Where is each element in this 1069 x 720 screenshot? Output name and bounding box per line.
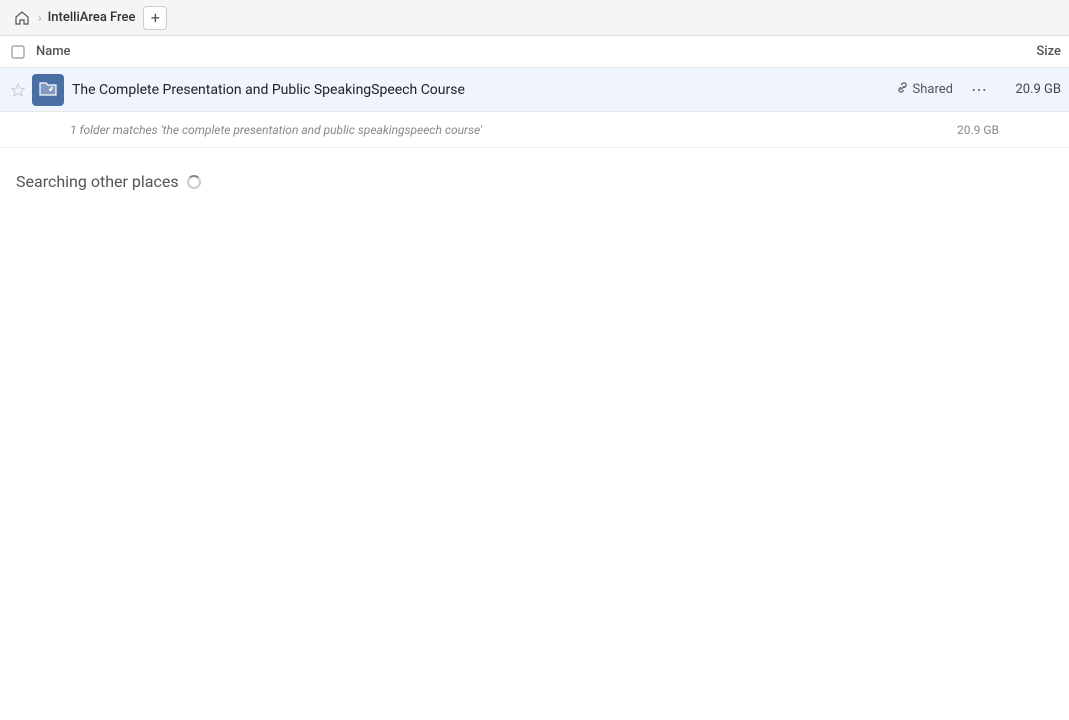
searching-text: Searching other places bbox=[16, 172, 179, 191]
shared-text: Shared bbox=[913, 82, 953, 97]
match-info-row: 1 folder matches 'the complete presentat… bbox=[0, 112, 1069, 148]
loading-spinner bbox=[187, 175, 201, 189]
breadcrumb-title[interactable]: IntelliArea Free bbox=[44, 10, 140, 25]
file-name-label: The Complete Presentation and Public Spe… bbox=[72, 82, 896, 98]
file-icon bbox=[32, 74, 64, 106]
size-column-header: Size bbox=[981, 44, 1061, 59]
file-size-value: 20.9 GB bbox=[1001, 82, 1061, 97]
breadcrumb-separator: › bbox=[38, 11, 42, 25]
name-column-header: Name bbox=[36, 44, 981, 59]
home-button[interactable] bbox=[8, 4, 36, 32]
folder-pencil-icon bbox=[38, 78, 58, 102]
select-all-checkbox[interactable] bbox=[8, 42, 28, 62]
link-icon bbox=[896, 81, 909, 98]
searching-row: Searching other places bbox=[0, 148, 1069, 207]
shared-label: Shared bbox=[896, 81, 953, 98]
more-options-button[interactable]: ⋯ bbox=[965, 76, 993, 104]
match-text: 1 folder matches 'the complete presentat… bbox=[70, 123, 939, 137]
top-bar: › IntelliArea Free + bbox=[0, 0, 1069, 36]
file-row[interactable]: The Complete Presentation and Public Spe… bbox=[0, 68, 1069, 112]
star-button[interactable] bbox=[8, 80, 28, 100]
match-size: 20.9 GB bbox=[939, 123, 999, 137]
column-header: Name Size bbox=[0, 36, 1069, 68]
add-tab-button[interactable]: + bbox=[143, 6, 167, 30]
